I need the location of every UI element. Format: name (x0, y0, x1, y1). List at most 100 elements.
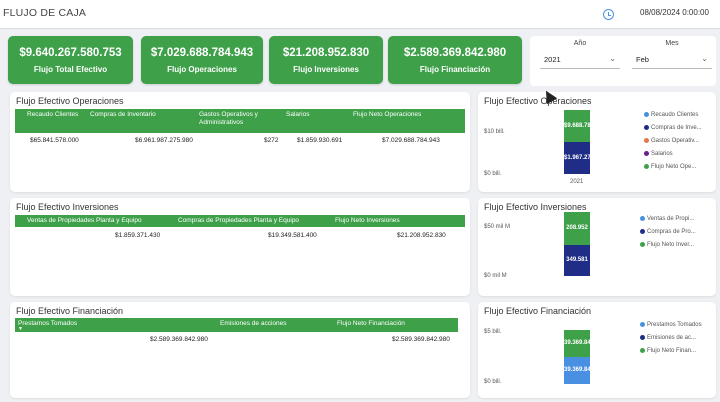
y-tick-label: $0 bill. (484, 171, 502, 177)
chevron-down-icon: ⌄ (701, 54, 708, 63)
data-label: $9.688.784 (564, 123, 590, 129)
operaciones-chart-card: Flujo Efectivo Operaciones $10 bill. $0 … (478, 92, 716, 192)
legend-label: Flujo Neto Finan... (647, 348, 697, 355)
legend-item[interactable]: Flujo Neto Finan... (640, 348, 696, 354)
data-label: 349.581 (566, 257, 588, 263)
bar-segment[interactable]: 208.952 (564, 212, 590, 245)
table-cell: $2.589.369.842.980 (150, 336, 208, 343)
legend-marker-icon (644, 164, 649, 169)
card-title: Flujo Efectivo Financiación (16, 306, 124, 316)
card-title: Flujo Efectivo Operaciones (16, 96, 124, 106)
kpi-label: Flujo Operaciones (167, 65, 237, 74)
bar-segment[interactable]: $1.967.275 (564, 142, 590, 174)
column-header[interactable]: Flujo Neto Financiación (337, 320, 405, 327)
table-row: $65.841.578.000 $6.961.987.275.980 $272 … (15, 137, 465, 147)
legend-marker-icon (640, 229, 645, 234)
column-header[interactable]: Flujo Neto Operaciones (353, 111, 421, 118)
y-tick-label: $50 mil M (484, 224, 511, 230)
legend-item[interactable]: Compras de Inve... (644, 125, 702, 131)
legend-marker-icon (644, 151, 649, 156)
legend-item[interactable]: Flujo Neto Ope... (644, 164, 696, 170)
table-row: $2.589.369.842.980 $2.589.369.842.980 (15, 336, 458, 346)
y-tick-label: $10 bill. (484, 129, 505, 135)
kpi-value: $9.640.267.580.753 (19, 47, 122, 59)
legend-marker-icon (640, 335, 645, 340)
table-cell: $21.208.952.830 (397, 232, 446, 239)
kpi-value: $2.589.369.842.980 (403, 47, 507, 59)
plot-area: 349.581 208.952 (564, 212, 592, 276)
column-header[interactable]: Flujo Neto Inversiones (335, 217, 400, 224)
legend-marker-icon (640, 322, 645, 327)
legend-item[interactable]: Gastos Operativ... (644, 138, 699, 144)
table-cell: $272 (264, 137, 279, 144)
bar-segment[interactable]: $9.688.784 (564, 110, 590, 142)
y-tick-label: $0 mil M (484, 273, 507, 279)
column-header[interactable]: Ventas de Propiedades Planta y Equipo (27, 217, 142, 224)
y-tick-label: $0 bill. (484, 379, 502, 385)
legend-label: Flujo Neto Ope... (651, 164, 697, 171)
column-header[interactable]: Prestamos Tomados (18, 320, 77, 327)
card-title: Flujo Efectivo Inversiones (16, 202, 119, 212)
month-slicer: Mes Feb ⌄ (632, 40, 712, 69)
table-cell: $6.961.987.275.980 (135, 137, 193, 144)
data-label: 208.952 (566, 225, 588, 231)
column-header[interactable]: Gastos Operativos y Administrativos (199, 111, 279, 127)
legend-item[interactable]: Salarios (644, 151, 673, 157)
sort-icon[interactable]: ▼ (18, 326, 23, 332)
table-row: $1.859.371.430 $19.349.581.400 $21.208.9… (15, 232, 465, 242)
year-dropdown-value: 2021 (544, 55, 561, 64)
legend-marker-icon (640, 348, 645, 353)
bar-segment[interactable]: 39.369.84 (564, 330, 590, 357)
legend-item[interactable]: Ventas de Propi... (640, 216, 694, 222)
legend-label: Flujo Neto Inver... (647, 242, 695, 249)
table-header: Recaudo Clientes Compras de Inventario G… (15, 109, 465, 133)
legend-label: Recaudo Clientes (651, 112, 699, 119)
month-dropdown-value: Feb (636, 55, 649, 64)
legend-label: Gastos Operativ... (651, 138, 699, 145)
legend-item[interactable]: Emisiones de ac... (640, 335, 696, 341)
kpi-card-operaciones: $7.029.688.784.943 Flujo Operaciones (141, 36, 263, 84)
financiacion-table-card: Flujo Efectivo Financiación Prestamos To… (10, 302, 470, 398)
legend-label: Compras de Pro... (647, 229, 696, 236)
legend-item[interactable]: Prestamos Tomados (640, 322, 702, 328)
column-header[interactable]: Emisiones de acciones (220, 320, 286, 327)
kpi-card-inversiones: $21.208.952.830 Flujo Inversiones (269, 36, 383, 84)
table-cell: $65.841.578.000 (30, 137, 79, 144)
table-cell: $1.859.371.430 (115, 232, 161, 239)
month-slicer-label: Mes (665, 40, 679, 47)
refresh-datetime: 08/08/2024 0:00:00 (640, 8, 709, 17)
bar-segment[interactable]: 349.581 (564, 245, 590, 276)
month-dropdown[interactable]: Feb ⌄ (632, 54, 712, 69)
kpi-value: $7.029.688.784.943 (150, 47, 254, 59)
inversiones-table-card: Flujo Efectivo Inversiones Ventas de Pro… (10, 198, 470, 296)
plot-area: 39.369.84 39.369.84 (564, 330, 592, 384)
legend-label: Compras de Inve... (651, 125, 702, 132)
clock-icon (603, 9, 614, 20)
page-header: FLUJO DE CAJA 08/08/2024 0:00:00 (0, 0, 720, 29)
legend-label: Prestamos Tomados (647, 322, 702, 329)
column-header[interactable]: Compras de Inventario (90, 111, 156, 118)
chevron-down-icon: ⌄ (609, 54, 616, 63)
bar-segment[interactable]: 39.369.84 (564, 357, 590, 384)
x-tick-label: 2021 (570, 179, 584, 185)
financiacion-chart-card: Flujo Efectivo Financiación $5 bill. $0 … (478, 302, 716, 398)
legend-item[interactable]: Flujo Neto Inver... (640, 242, 694, 248)
legend-label: Salarios (651, 151, 673, 158)
chart-title: Flujo Efectivo Operaciones (484, 96, 592, 106)
legend-label: Ventas de Propi... (647, 216, 695, 223)
legend-item[interactable]: Recaudo Clientes (644, 112, 698, 118)
legend-marker-icon (640, 242, 645, 247)
column-header[interactable]: Salarios (286, 111, 309, 118)
year-slicer-label: Año (573, 40, 587, 47)
legend-label: Emisiones de ac... (647, 335, 697, 342)
legend-item[interactable]: Compras de Pro... (640, 229, 696, 235)
kpi-label: Flujo Financiación (419, 65, 491, 74)
year-dropdown[interactable]: 2021 ⌄ (540, 54, 620, 69)
column-header[interactable]: Compras de Propiedades Planta y Equipo (178, 217, 299, 224)
table-cell: $7.029.688.784.943 (382, 137, 440, 144)
data-label: 39.369.84 (564, 367, 590, 373)
column-header[interactable]: Recaudo Clientes (27, 111, 78, 118)
data-label: $1.967.275 (564, 155, 590, 161)
year-slicer: Año 2021 ⌄ (540, 40, 620, 69)
table-header: Prestamos Tomados ▼ Emisiones de accione… (15, 318, 458, 332)
